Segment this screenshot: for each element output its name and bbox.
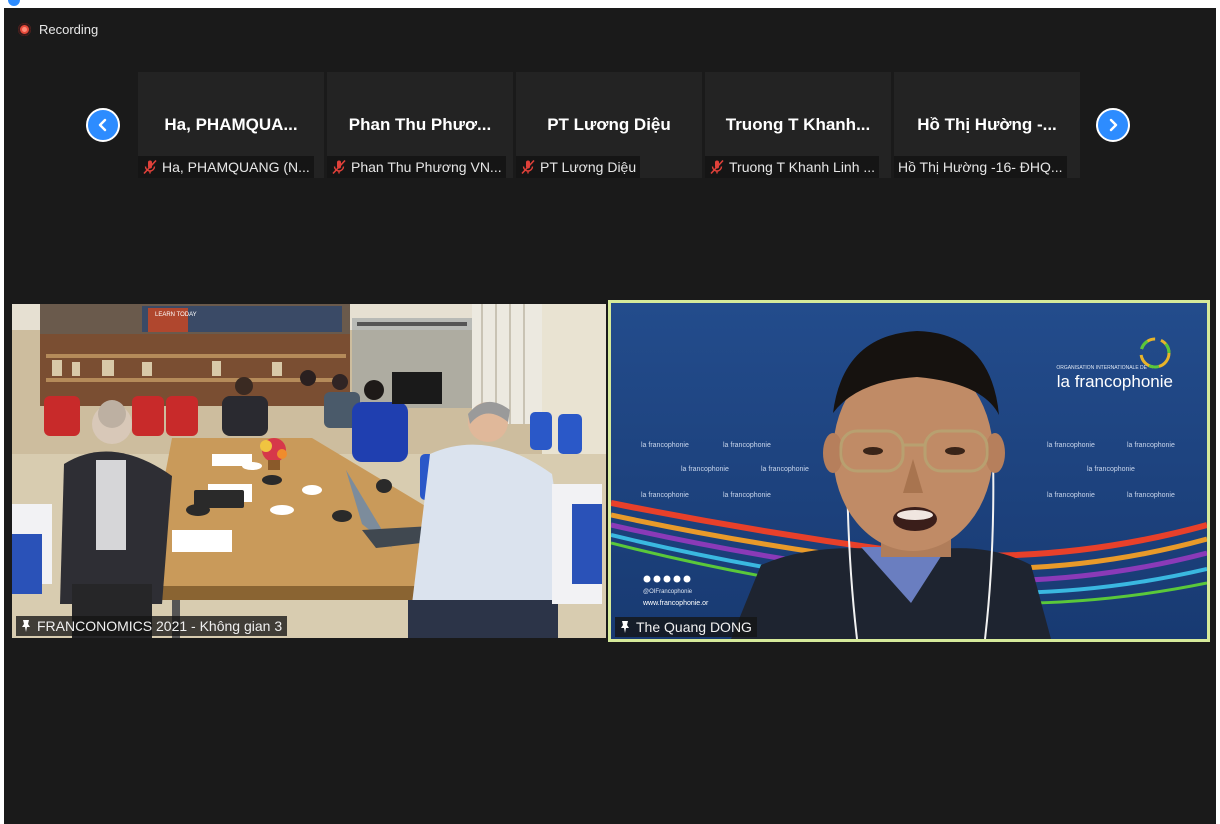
window-title-strip — [0, 0, 1220, 8]
participant-label-text: PT Lương Diệu — [540, 159, 637, 175]
speaker-video: la francophonie la francophonie la franc… — [611, 303, 1207, 639]
backdrop-small-logo: la francophonie — [723, 492, 771, 499]
backdrop-small-logo: la francophonie — [1047, 492, 1095, 499]
participant-label: Hồ Thị Hường -16- ĐHQ... — [894, 156, 1067, 178]
video-tile-active-speaker[interactable]: la francophonie la francophonie la franc… — [608, 300, 1210, 642]
participant-label-text: Truong T Khanh Linh ... — [729, 159, 876, 175]
video-label: The Quang DONG — [615, 617, 757, 637]
participant-label-text: Hồ Thị Hường -16- ĐHQ... — [898, 159, 1063, 175]
backdrop-small-logo: la francophonie — [1087, 466, 1135, 473]
pin-icon — [621, 621, 629, 633]
video-label-text: The Quang DONG — [636, 619, 752, 635]
app-icon — [8, 0, 20, 6]
participant-tile[interactable]: Truong T Khanh... Truong T Khanh Linh ..… — [705, 72, 891, 178]
backdrop-small-logo: la francophonie — [681, 466, 729, 473]
mic-muted-icon — [332, 159, 346, 175]
participant-label-text: Phan Thu Phương VN... — [351, 159, 502, 175]
participant-name: Ha, PHAMQUA... — [164, 115, 298, 134]
participant-tile[interactable]: Hồ Thị Hường -... Hồ Thị Hường -16- ĐHQ.… — [894, 72, 1080, 178]
backdrop-small-logo: la francophonie — [641, 492, 689, 499]
poster-text: LEARN TODAY — [155, 312, 197, 318]
participant-name: PT Lương Diệu — [547, 115, 671, 134]
video-tile-conference-room[interactable]: LEARN TODAY FRANCONOMICS 2021 - Không gi… — [12, 304, 606, 638]
chevron-left-icon — [98, 118, 107, 132]
mic-muted-icon — [710, 159, 724, 175]
backdrop-small-logo: la francophonie — [641, 442, 689, 449]
participant-name: Phan Thu Phươ... — [348, 115, 492, 134]
participant-name: Hồ Thị Hường -... — [917, 115, 1057, 134]
recording-indicator: Recording — [18, 22, 98, 37]
strip-next-button[interactable] — [1096, 108, 1130, 142]
backdrop-small-logo: la francophonie — [1127, 492, 1175, 499]
backdrop-website: www.francophonie.or — [642, 600, 709, 607]
backdrop-org-line: ORGANISATION INTERNATIONALE DE — [1056, 365, 1147, 371]
participant-name: Truong T Khanh... — [725, 115, 871, 134]
video-label-text: FRANCONOMICS 2021 - Không gian 3 — [37, 618, 283, 634]
participant-label-text: Ha, PHAMQUANG (N... — [162, 159, 310, 175]
backdrop-handle: @OIFrancophonie — [643, 589, 693, 595]
strip-prev-button[interactable] — [86, 108, 120, 142]
chevron-right-icon — [1109, 118, 1118, 132]
recording-dot-icon — [18, 23, 31, 36]
backdrop-small-logo: la francophonie — [723, 442, 771, 449]
meeting-window: Recording Ha, PHAMQUA... Ha, PHAMQUANG (… — [4, 8, 1216, 824]
conference-room-video: LEARN TODAY — [12, 304, 606, 638]
participant-label: PT Lương Diệu — [516, 156, 641, 178]
participant-tile[interactable]: Ha, PHAMQUA... Ha, PHAMQUANG (N... — [138, 72, 324, 178]
video-label: FRANCONOMICS 2021 - Không gian 3 — [16, 616, 288, 636]
backdrop-small-logo: la francophonie — [761, 466, 809, 473]
mic-muted-icon — [143, 159, 157, 175]
backdrop-brand: la francophonie — [1057, 372, 1173, 391]
backdrop-small-logo: la francophonie — [1047, 442, 1095, 449]
mic-muted-icon — [521, 159, 535, 175]
participant-tile[interactable]: Phan Thu Phươ... Phan Thu Phương VN... — [327, 72, 513, 178]
pin-icon — [22, 620, 30, 632]
participant-label: Phan Thu Phương VN... — [327, 156, 506, 178]
participant-label: Truong T Khanh Linh ... — [705, 156, 880, 178]
participant-label: Ha, PHAMQUANG (N... — [138, 156, 314, 178]
participant-tile[interactable]: PT Lương Diệu PT Lương Diệu — [516, 72, 702, 178]
recording-label: Recording — [39, 22, 99, 37]
backdrop-small-logo: la francophonie — [1127, 442, 1175, 449]
